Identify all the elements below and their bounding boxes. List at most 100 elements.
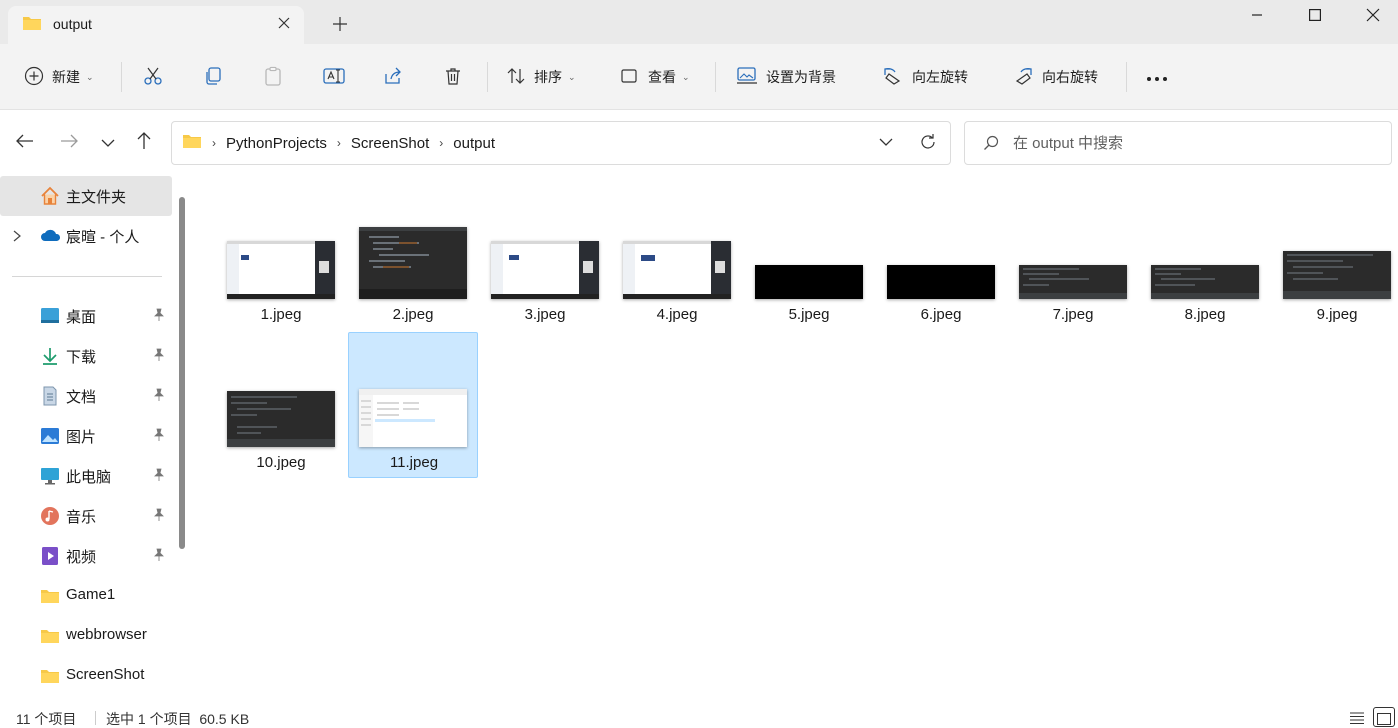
- file-item[interactable]: 8.jpeg: [1140, 185, 1270, 331]
- breadcrumb-item[interactable]: output: [453, 135, 495, 152]
- pin-icon[interactable]: [153, 388, 165, 406]
- arrow-left-icon: [16, 134, 34, 151]
- chevron-right-icon[interactable]: ›: [439, 136, 443, 150]
- file-name: 6.jpeg: [920, 306, 962, 323]
- cut-button[interactable]: [143, 62, 163, 92]
- pin-icon[interactable]: [153, 428, 165, 446]
- pin-icon[interactable]: [153, 308, 165, 326]
- search-box[interactable]: [964, 121, 1392, 165]
- sidebar-item-desktop[interactable]: 桌面: [0, 296, 172, 336]
- back-button[interactable]: [11, 128, 39, 156]
- minimize-button[interactable]: [1228, 0, 1286, 30]
- sidebar-item-label: 文档: [66, 389, 97, 406]
- folder-icon: [40, 586, 60, 606]
- folder-icon: [40, 666, 60, 686]
- file-name: 9.jpeg: [1316, 306, 1358, 323]
- recent-locations-button[interactable]: [94, 128, 122, 156]
- file-thumbnail: [359, 389, 467, 447]
- new-label: 新建: [52, 69, 80, 85]
- file-item[interactable]: 9.jpeg: [1272, 185, 1398, 331]
- sidebar-item-game1[interactable]: Game1: [0, 576, 172, 616]
- wallpaper-icon: [736, 66, 758, 89]
- file-name: 11.jpeg: [389, 454, 439, 471]
- delete-button[interactable]: [443, 62, 463, 92]
- pin-icon[interactable]: [153, 548, 165, 566]
- address-history-dropdown[interactable]: [878, 134, 894, 153]
- file-item[interactable]: 4.jpeg: [612, 185, 742, 331]
- file-item[interactable]: 6.jpeg: [876, 185, 1006, 331]
- file-list: 1.jpeg 2.jpeg 3.jpeg 4.jpeg 5.jpeg 6.jpe…: [193, 175, 1398, 705]
- sidebar-item-label: webbrowser: [66, 626, 147, 643]
- tab-output[interactable]: output: [8, 6, 304, 44]
- new-button[interactable]: 新建 ⌄: [24, 62, 94, 92]
- sidebar-item-home[interactable]: 主文件夹: [0, 176, 172, 216]
- rotate-right-button[interactable]: 向右旋转: [1012, 62, 1098, 92]
- file-item[interactable]: 2.jpeg: [348, 185, 478, 331]
- more-icon: [1146, 69, 1168, 85]
- more-options-button[interactable]: [1146, 62, 1168, 92]
- folder-icon: [40, 626, 60, 646]
- rotate-left-button[interactable]: 向左旋转: [882, 62, 968, 92]
- sidebar-item-screenshot[interactable]: ScreenShot: [0, 656, 172, 696]
- up-button[interactable]: [130, 128, 158, 156]
- view-button[interactable]: 查看 ⌄: [620, 62, 690, 92]
- pin-icon[interactable]: [153, 468, 165, 486]
- paste-button[interactable]: [263, 62, 283, 92]
- set-background-button[interactable]: 设置为背景: [736, 62, 836, 92]
- address-bar[interactable]: › PythonProjects › ScreenShot › output: [171, 121, 951, 165]
- refresh-icon[interactable]: [918, 132, 938, 155]
- pin-icon[interactable]: [153, 508, 165, 526]
- file-item[interactable]: 5.jpeg: [744, 185, 874, 331]
- file-thumbnail: [359, 227, 467, 299]
- share-button[interactable]: [383, 62, 403, 92]
- sort-icon: [506, 66, 526, 89]
- file-item[interactable]: 7.jpeg: [1008, 185, 1138, 331]
- copy-button[interactable]: [203, 62, 223, 92]
- breadcrumb-item[interactable]: ScreenShot: [351, 135, 429, 152]
- trash-icon: [443, 66, 463, 89]
- new-tab-button[interactable]: [326, 12, 354, 36]
- file-item-selected[interactable]: 11.jpeg: [348, 332, 478, 478]
- chevron-right-icon[interactable]: ›: [212, 136, 216, 150]
- chevron-right-icon[interactable]: ›: [337, 136, 341, 150]
- file-item[interactable]: 10.jpeg: [216, 333, 346, 479]
- sidebar-item-videos[interactable]: 视频: [0, 536, 172, 576]
- maximize-button[interactable]: [1286, 0, 1344, 30]
- folder-icon: [22, 15, 42, 34]
- forward-button[interactable]: [55, 128, 83, 156]
- desktop-icon: [40, 306, 60, 326]
- sidebar-item-label: Game1: [66, 586, 116, 603]
- breadcrumb-item[interactable]: PythonProjects: [226, 135, 327, 152]
- sidebar-item-documents[interactable]: 文档: [0, 376, 172, 416]
- clipboard-icon: [263, 66, 283, 89]
- sidebar-item-webbrowser[interactable]: webbrowser: [0, 616, 172, 656]
- sidebar-item-onedrive[interactable]: 宸暄 - 个人: [0, 216, 172, 256]
- file-name: 1.jpeg: [260, 306, 302, 323]
- sidebar-item-downloads[interactable]: 下载: [0, 336, 172, 376]
- breadcrumb: › PythonProjects › ScreenShot › output: [182, 133, 495, 153]
- thumbnail-view-button[interactable]: [1373, 707, 1395, 727]
- view-icon: [620, 66, 640, 89]
- file-name: 8.jpeg: [1184, 306, 1226, 323]
- arrow-up-icon: [137, 131, 151, 153]
- sidebar-scrollbar[interactable]: [179, 197, 185, 549]
- close-tab-icon[interactable]: [273, 12, 295, 34]
- file-thumbnail: [227, 391, 335, 447]
- sidebar-item-pictures[interactable]: 图片: [0, 416, 172, 456]
- rename-button[interactable]: [323, 62, 345, 92]
- sort-label: 排序: [534, 69, 562, 85]
- plus-circle-icon: [24, 66, 44, 89]
- pin-icon[interactable]: [153, 348, 165, 366]
- sidebar-item-this-pc[interactable]: 此电脑: [0, 456, 172, 496]
- details-view-button[interactable]: [1346, 707, 1368, 727]
- file-name: 2.jpeg: [392, 306, 434, 323]
- chevron-right-icon[interactable]: [13, 229, 21, 246]
- sidebar-item-music[interactable]: 音乐: [0, 496, 172, 536]
- sort-button[interactable]: 排序 ⌄: [506, 62, 576, 92]
- chevron-down-icon: [101, 134, 115, 150]
- search-input[interactable]: [1013, 132, 1373, 154]
- close-window-button[interactable]: [1344, 0, 1398, 30]
- file-item[interactable]: 1.jpeg: [216, 185, 346, 331]
- sidebar-item-label: 此电脑: [66, 469, 112, 486]
- file-item[interactable]: 3.jpeg: [480, 185, 610, 331]
